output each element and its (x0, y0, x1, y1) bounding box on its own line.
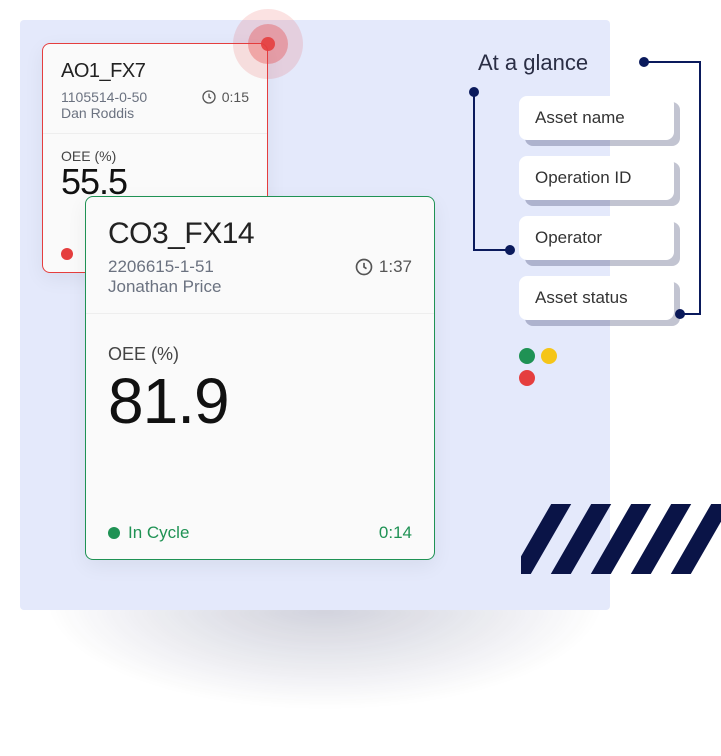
status-dot-icon (61, 248, 73, 260)
asset-name: CO3_FX14 (108, 217, 412, 251)
tag-operation-id[interactable]: Operation ID (519, 156, 674, 200)
asset-name: AO1_FX7 (61, 60, 249, 83)
tag-asset-status[interactable]: Asset status (519, 276, 674, 320)
legend-dot-yellow-icon (541, 348, 557, 364)
status-color-legend (519, 348, 569, 386)
operator-name: Dan Roddis (61, 105, 249, 121)
elapsed-time: 0:15 (201, 89, 249, 105)
legend-dot-red-icon (519, 370, 535, 386)
status-dot-icon (108, 527, 120, 539)
tag-asset-name[interactable]: Asset name (519, 96, 674, 140)
oee-value: 81.9 (108, 369, 412, 433)
oee-label: OEE (%) (108, 344, 412, 365)
status-time: 0:14 (379, 523, 412, 543)
glance-title: At a glance (478, 50, 588, 76)
clock-icon (201, 89, 217, 105)
panel-shadow (40, 600, 610, 710)
operation-id: 1105514-0-50 (61, 89, 147, 105)
oee-value: 55.5 (61, 164, 249, 200)
tag-operator[interactable]: Operator (519, 216, 674, 260)
operator-name: Jonathan Price (108, 277, 412, 297)
legend-dot-green-icon (519, 348, 535, 364)
asset-card-b[interactable]: CO3_FX14 2206615-1-51 1:37 Jonathan Pric… (85, 196, 435, 560)
clock-icon (354, 257, 374, 277)
decorative-stripes (521, 504, 721, 574)
status-text: In Cycle (128, 523, 189, 543)
operation-id: 2206615-1-51 (108, 257, 214, 277)
elapsed-time: 1:37 (354, 257, 412, 277)
glance-tags: Asset name Operation ID Operator Asset s… (519, 96, 674, 320)
